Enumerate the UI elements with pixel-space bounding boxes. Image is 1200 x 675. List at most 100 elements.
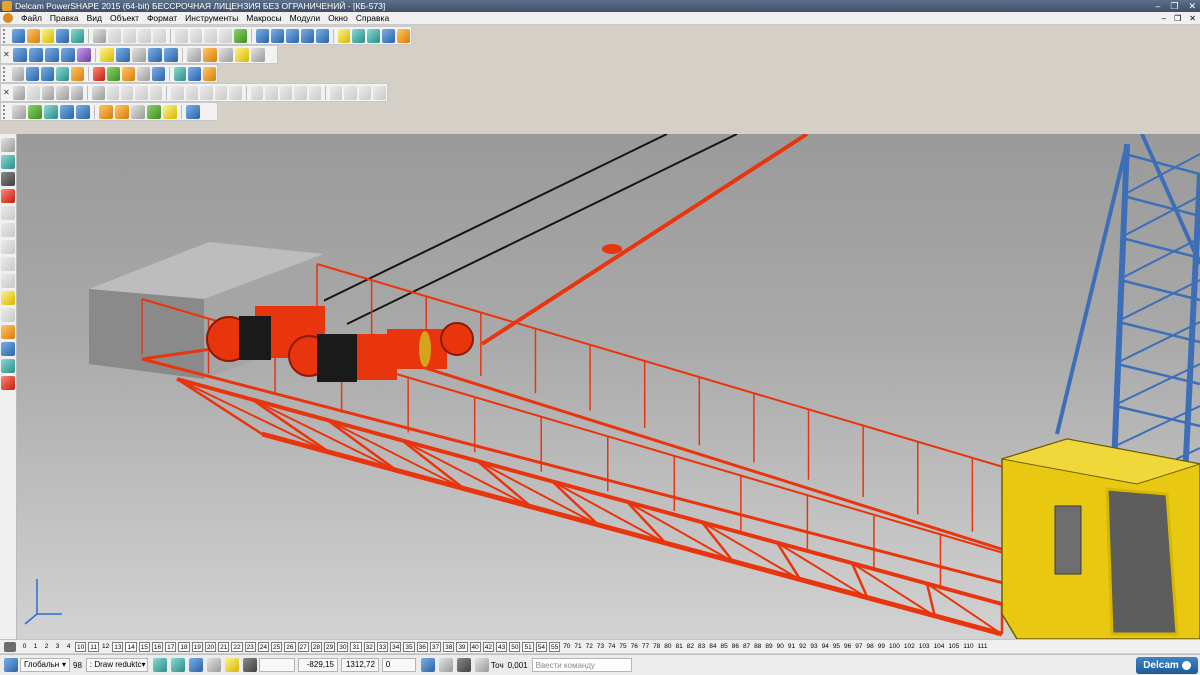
title-bar[interactable]: Delcam PowerSHAPE 2015 (64-bit) БЕССРОЧН…: [0, 0, 1200, 12]
menu-format[interactable]: Формат: [143, 13, 181, 23]
level-button[interactable]: 78: [652, 642, 661, 652]
level-button[interactable]: 32: [363, 641, 375, 652]
solid-move-icon[interactable]: [135, 85, 148, 100]
level-button[interactable]: 77: [641, 642, 650, 652]
level-button[interactable]: 82: [686, 642, 695, 652]
feature-1-icon[interactable]: [149, 85, 163, 100]
level-button[interactable]: 23: [244, 641, 256, 652]
arc-tool-icon[interactable]: [1, 206, 15, 220]
print-icon[interactable]: [93, 28, 107, 43]
solid-copy-icon[interactable]: [120, 85, 134, 100]
level-button[interactable]: 93: [809, 642, 818, 652]
globe-icon[interactable]: [187, 47, 201, 62]
level-button[interactable]: 86: [731, 642, 740, 652]
feature-15-icon[interactable]: [373, 85, 386, 100]
level-button[interactable]: 15: [138, 641, 150, 652]
command-input[interactable]: [531, 658, 632, 672]
feature-13-icon[interactable]: [344, 85, 357, 100]
level-button[interactable]: 95: [832, 642, 841, 652]
feature-11-icon[interactable]: [308, 85, 322, 100]
block-icon[interactable]: [60, 104, 74, 119]
zoom-out-icon[interactable]: [116, 47, 130, 62]
level-button[interactable]: 55: [548, 641, 561, 652]
menu-help[interactable]: Справка: [352, 13, 393, 23]
view-side-icon[interactable]: [45, 47, 59, 62]
level-button[interactable]: 73: [596, 642, 605, 652]
light-icon[interactable]: [235, 47, 249, 62]
view-iso-icon[interactable]: [61, 47, 75, 62]
level-button[interactable]: 87: [742, 642, 751, 652]
zoom-fit-icon[interactable]: [132, 47, 146, 62]
color-panel-2-icon[interactable]: [1, 342, 15, 356]
surface-icon[interactable]: [352, 28, 366, 43]
maximize-button[interactable]: ❐: [1170, 0, 1178, 12]
select-level-icon[interactable]: [152, 658, 167, 672]
menu-object[interactable]: Объект: [106, 13, 143, 23]
level-button[interactable]: 22: [231, 641, 243, 652]
level-button[interactable]: 43: [496, 641, 508, 652]
level-button[interactable]: 94: [821, 642, 830, 652]
color-panel-icon[interactable]: [1, 325, 15, 339]
save-icon[interactable]: [56, 28, 70, 43]
level-button[interactable]: 21: [218, 641, 230, 652]
workplane-select[interactable]: Глобальн ▾: [20, 658, 70, 672]
undo-icon[interactable]: [189, 28, 203, 43]
zoom-in-icon[interactable]: [100, 47, 114, 62]
layers-panel-icon[interactable]: [1, 155, 15, 169]
shading-icon[interactable]: [203, 47, 217, 62]
feature-4-icon[interactable]: [200, 85, 213, 100]
level-button[interactable]: 19: [191, 641, 203, 652]
palette-icon[interactable]: [188, 66, 202, 81]
solid-icon[interactable]: [367, 28, 381, 43]
level-button[interactable]: 10: [75, 641, 87, 652]
lock-icon[interactable]: [206, 658, 221, 672]
line-tool-icon[interactable]: [1, 172, 15, 186]
menu-edit[interactable]: Правка: [46, 13, 83, 23]
ruler-icon[interactable]: [1, 223, 15, 237]
feature-2-icon[interactable]: [171, 85, 184, 100]
workplane-icon[interactable]: [44, 104, 58, 119]
menu-tools[interactable]: Инструменты: [181, 13, 242, 23]
frame-icon[interactable]: [173, 66, 187, 81]
feature-7-icon[interactable]: [250, 85, 264, 100]
level-button[interactable]: 103: [918, 642, 931, 652]
level-button[interactable]: 102: [903, 642, 916, 652]
level-button[interactable]: 74: [607, 642, 616, 652]
disabled-3-icon[interactable]: [1, 308, 15, 322]
minimize-button[interactable]: –: [1155, 0, 1160, 12]
patch-icon[interactable]: [41, 85, 55, 100]
circle-icon[interactable]: [285, 28, 299, 43]
calculator-icon[interactable]: [438, 658, 453, 672]
doc-restore-button[interactable]: ❐: [1174, 12, 1181, 25]
block-orange-icon[interactable]: [115, 104, 129, 119]
level-button[interactable]: 27: [297, 641, 309, 652]
level-select[interactable]: : Draw reduktc ▾: [85, 658, 148, 672]
wizard-icon[interactable]: [397, 28, 411, 43]
level-button[interactable]: 88: [753, 642, 762, 652]
level-button[interactable]: 90: [776, 642, 785, 652]
level-button[interactable]: 1: [31, 642, 40, 652]
level-button[interactable]: 24: [257, 641, 270, 652]
arrows-icon[interactable]: [203, 66, 217, 81]
level-button[interactable]: 29: [323, 641, 336, 652]
zoom-window-icon[interactable]: [148, 47, 162, 62]
line-icon[interactable]: [256, 28, 269, 43]
level-button[interactable]: 92: [798, 642, 807, 652]
render-icon[interactable]: [41, 66, 55, 81]
feature-5-icon[interactable]: [214, 85, 228, 100]
feature-10-icon[interactable]: [294, 85, 307, 100]
level-button[interactable]: 11: [88, 641, 99, 652]
drawing-icon[interactable]: [163, 104, 177, 119]
level-button[interactable]: 28: [310, 641, 322, 652]
toolbar-close-icon[interactable]: ✕: [3, 50, 10, 59]
level-button[interactable]: 111: [977, 642, 989, 652]
curve-icon[interactable]: [300, 28, 314, 43]
doc-close-button[interactable]: ✕: [1189, 12, 1196, 25]
new-model-icon[interactable]: [11, 28, 25, 43]
level-button[interactable]: 70: [562, 642, 571, 652]
level-button[interactable]: 85: [719, 642, 728, 652]
level-button[interactable]: 38: [443, 641, 455, 652]
surface-panel-icon[interactable]: [1, 291, 15, 305]
level-button[interactable]: 91: [787, 642, 796, 652]
camera-icon[interactable]: [456, 658, 471, 672]
